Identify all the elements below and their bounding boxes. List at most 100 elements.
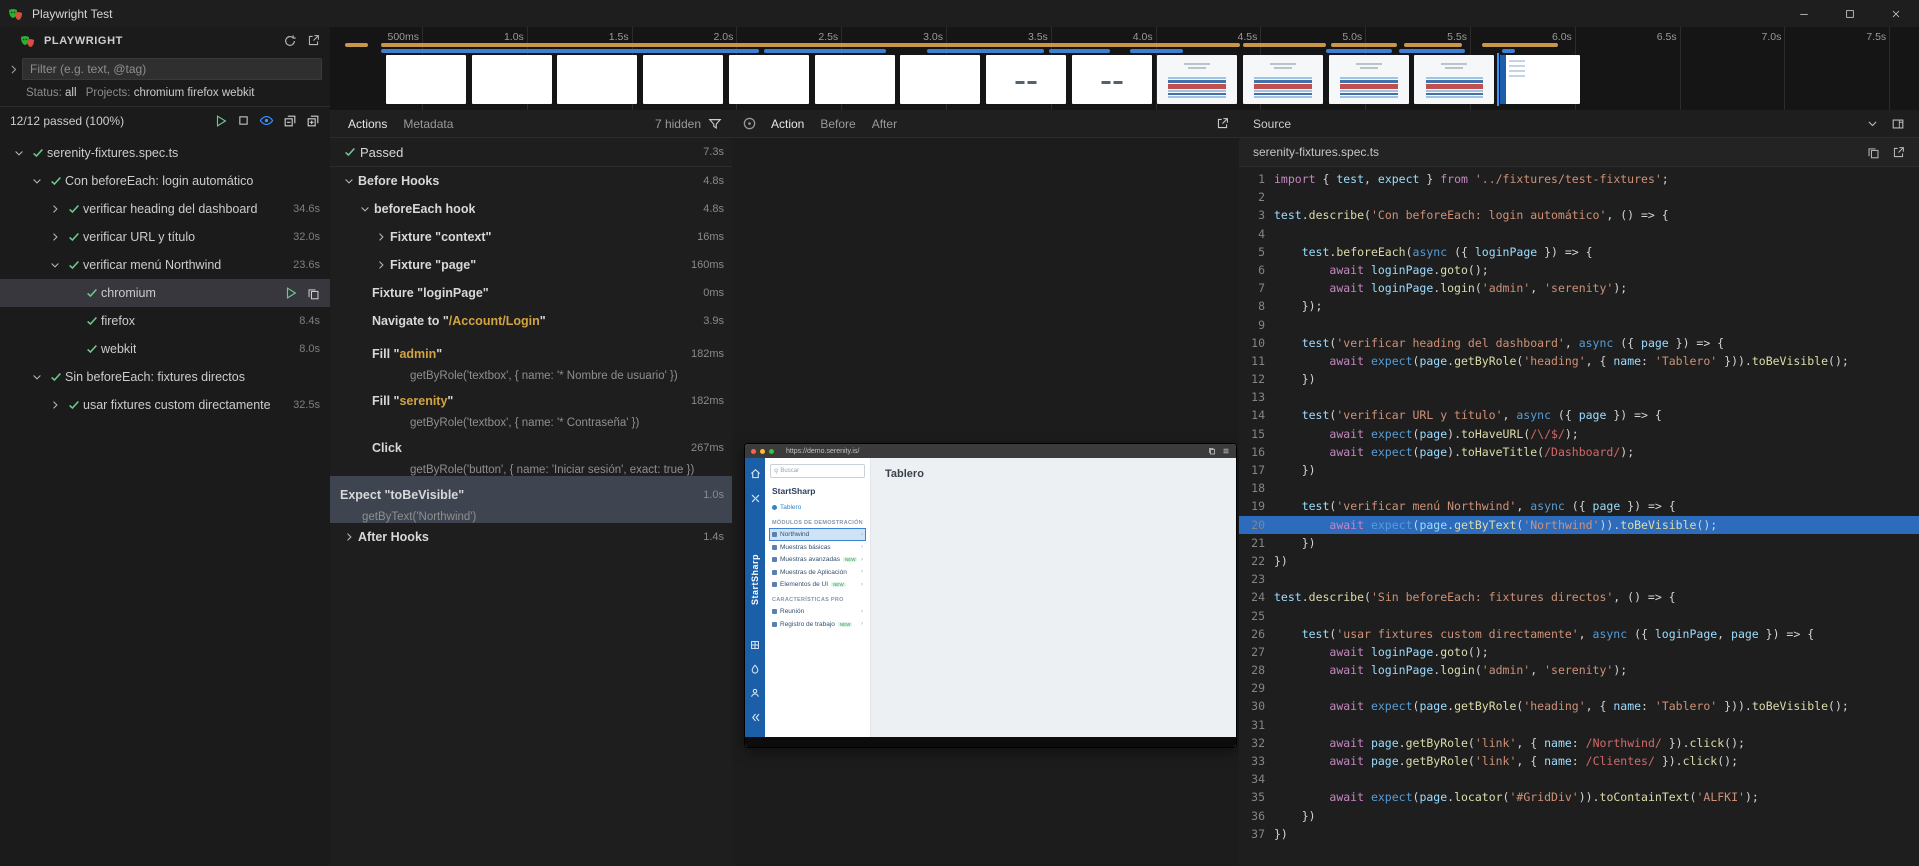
action-step[interactable]: After Hooks 1.4s bbox=[330, 523, 732, 551]
code-line-31: 31 bbox=[1251, 717, 1265, 732]
chevron-down-icon[interactable] bbox=[28, 175, 46, 187]
tab-action[interactable]: Action bbox=[763, 110, 812, 137]
film-frame-dash bbox=[1243, 55, 1323, 104]
tab-after[interactable]: After bbox=[864, 110, 905, 137]
action-step[interactable]: Fixture "context" 16ms bbox=[330, 223, 732, 251]
projects-value[interactable]: chromium firefox webkit bbox=[134, 87, 255, 99]
playwright-masks-icon bbox=[8, 6, 24, 22]
code-line-16: 16 await expect(page).toHaveTitle(/Dashb… bbox=[1251, 444, 1635, 459]
film-frame-blank bbox=[386, 55, 466, 104]
step-duration: 182ms bbox=[690, 395, 724, 407]
step-duration: 160ms bbox=[690, 259, 724, 271]
traffic-lights-icon bbox=[751, 448, 774, 454]
watch-all-icon[interactable] bbox=[259, 113, 274, 128]
step-duration: 1.4s bbox=[703, 531, 724, 543]
timeline-position-marker[interactable] bbox=[1497, 53, 1500, 106]
chevron-right-icon[interactable] bbox=[46, 399, 64, 411]
tree-item-sin-beforeeach-fixtures-directos[interactable]: Sin beforeEach: fixtures directos bbox=[0, 363, 330, 391]
action-step[interactable]: Expect "toBeVisible" 1.0s getByText('North… bbox=[330, 476, 732, 523]
source-file-tab[interactable]: serenity-fixtures.spec.ts bbox=[1239, 138, 1919, 167]
minimize-button[interactable] bbox=[1781, 0, 1827, 27]
reload-icon[interactable] bbox=[283, 34, 297, 48]
tree-item-verificar-men-northwind[interactable]: verificar menú Northwind 23.6s bbox=[0, 251, 330, 279]
app-sidebar: ⚲ Buscar StartSharp Tablero MÓDULOS DE DE… bbox=[765, 458, 871, 737]
expand-all-icon[interactable] bbox=[306, 114, 320, 128]
chevron-right-icon[interactable] bbox=[340, 531, 358, 543]
tab-actions[interactable]: Actions bbox=[340, 110, 395, 137]
tree-item-webkit[interactable]: webkit 8.0s bbox=[0, 335, 330, 363]
step-label: Fixture "page" bbox=[390, 258, 477, 272]
tree-item-firefox[interactable]: firefox 8.4s bbox=[0, 307, 330, 335]
chevron-down-icon[interactable] bbox=[46, 259, 64, 271]
tree-item-verificar-heading-del-dashboard[interactable]: verificar heading del dashboard 34.6s bbox=[0, 195, 330, 223]
open-file-external-icon[interactable] bbox=[1892, 146, 1905, 159]
run-test-icon[interactable] bbox=[284, 286, 298, 300]
pass-check-icon bbox=[46, 174, 65, 188]
tree-item-chromium[interactable]: chromium bbox=[0, 279, 330, 307]
timeline-filmstrip[interactable]: 500ms 1.0s 1.5s 2.0s 2.5s 3.0s 3.5s 4.0s 4.5s 5.0… bbox=[330, 27, 1919, 111]
action-step[interactable]: Fill "serenity" 182ms getByRole('textbox',… bbox=[330, 382, 732, 429]
close-button[interactable] bbox=[1873, 0, 1919, 27]
code-line-12: 12 }) bbox=[1251, 372, 1316, 387]
step-label: Fixture "loginPage" bbox=[372, 286, 489, 300]
tree-item-usar-fixtures-custom-directamente[interactable]: usar fixtures custom directamente 32.5s bbox=[0, 391, 330, 419]
action-step[interactable]: Before Hooks 4.8s bbox=[330, 167, 732, 195]
stop-icon[interactable] bbox=[237, 114, 250, 127]
timeline-tick-label: 7.5s bbox=[1866, 31, 1887, 43]
timeline-action-bar bbox=[764, 49, 886, 53]
timeline-action-bar bbox=[381, 49, 759, 53]
copy-icon[interactable] bbox=[1867, 146, 1880, 159]
filter-status-line[interactable]: Status: all Projects: chromium firefox w… bbox=[0, 84, 330, 107]
chevron-down-icon[interactable] bbox=[28, 371, 46, 383]
code-line-37: 37}) bbox=[1251, 826, 1288, 841]
open-snapshot-external-icon[interactable] bbox=[1216, 117, 1229, 130]
step-label: Fill "serenity" bbox=[372, 394, 454, 408]
browser-bottom-bar bbox=[745, 737, 1236, 747]
step-locator: getByRole('textbox', { name: '* Nombre d… bbox=[410, 370, 678, 382]
action-step[interactable]: beforeEach hook 4.8s bbox=[330, 195, 732, 223]
maximize-button[interactable] bbox=[1827, 0, 1873, 27]
show-source-icon[interactable] bbox=[307, 286, 320, 300]
run-all-icon[interactable] bbox=[214, 114, 228, 128]
step-label: Before Hooks bbox=[358, 174, 440, 188]
chevron-down-icon[interactable] bbox=[340, 175, 358, 187]
step-label: Fixture "context" bbox=[390, 230, 492, 244]
timeline-gridline bbox=[1784, 27, 1786, 110]
code-line-9: 9 bbox=[1258, 317, 1265, 332]
nav-item-icon bbox=[772, 532, 777, 537]
action-step[interactable]: Navigate to "/Account/Login" 3.9s bbox=[330, 307, 732, 335]
action-step[interactable]: Fill "admin" 182ms getByRole('textbox', { … bbox=[330, 335, 732, 382]
tree-item-con-beforeeach-login-autom-tico[interactable]: Con beforeEach: login automático bbox=[0, 167, 330, 195]
timeline-test-bar bbox=[1482, 43, 1558, 47]
app-nav-reuni-n: Reunión › bbox=[770, 606, 865, 617]
tab-before[interactable]: Before bbox=[812, 110, 863, 137]
action-step[interactable]: Fixture "page" 160ms bbox=[330, 251, 732, 279]
film-frame-blank bbox=[643, 55, 724, 104]
toggle-panel-icon[interactable] bbox=[1891, 117, 1905, 131]
chevron-down-icon[interactable] bbox=[10, 147, 28, 159]
chevron-right-icon[interactable] bbox=[46, 203, 64, 215]
code-line-20: 20 await expect(page.getByText('Northwin… bbox=[1239, 515, 1919, 534]
chevron-right-icon[interactable] bbox=[46, 231, 64, 243]
tree-item-serenity-fixtures-spec-ts[interactable]: serenity-fixtures.spec.ts bbox=[0, 139, 330, 167]
action-step[interactable]: Passed 7.3s bbox=[330, 138, 732, 167]
tree-item-verificar-url-y-t-tulo[interactable]: verificar URL y título 32.0s bbox=[0, 223, 330, 251]
tab-metadata[interactable]: Metadata bbox=[395, 110, 461, 137]
source-header: Source bbox=[1239, 110, 1919, 138]
action-step[interactable]: Fixture "loginPage" 0ms bbox=[330, 279, 732, 307]
action-step[interactable]: Click 267ms getByRole('button', { name: 'I… bbox=[330, 429, 732, 476]
chevron-right-icon[interactable] bbox=[372, 259, 390, 271]
nav-item-icon bbox=[772, 582, 777, 587]
step-label: After Hooks bbox=[358, 530, 429, 544]
pick-locator-icon[interactable] bbox=[742, 116, 757, 131]
user-icon bbox=[750, 688, 760, 698]
chevron-down-icon[interactable] bbox=[1866, 117, 1879, 130]
chevron-right-icon[interactable] bbox=[372, 231, 390, 243]
chevron-right-icon[interactable] bbox=[4, 63, 22, 76]
chevron-down-icon[interactable] bbox=[356, 203, 374, 215]
collapse-all-icon[interactable] bbox=[283, 114, 297, 128]
filter-input[interactable] bbox=[22, 58, 322, 80]
filter-funnel-icon[interactable] bbox=[708, 117, 722, 131]
open-external-icon[interactable] bbox=[307, 34, 320, 47]
status-value[interactable]: all bbox=[65, 87, 77, 99]
